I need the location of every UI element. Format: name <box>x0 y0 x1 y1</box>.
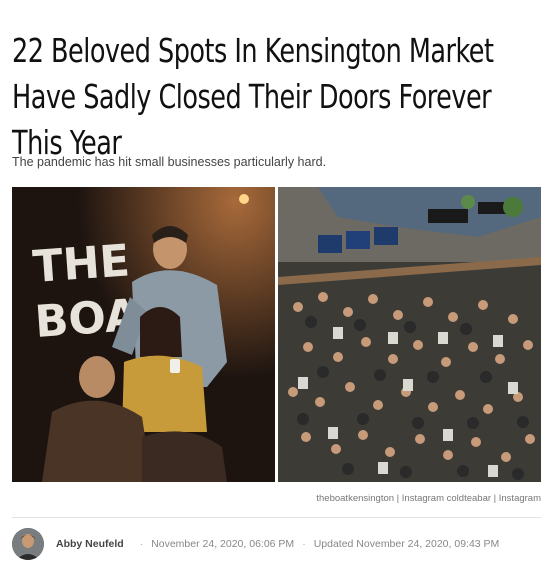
article-byline: Abby Neufeld · November 24, 2020, 06:06 … <box>12 526 499 562</box>
published-date: November 24, 2020, 06:06 PM <box>151 538 295 550</box>
article-photo-crowd <box>278 187 541 482</box>
article-subhead: The pandemic has hit small businesses pa… <box>12 155 327 169</box>
article-photo-the-boat: THE BOAT <box>12 187 275 482</box>
author-name[interactable]: Abby Neufeld <box>56 538 124 550</box>
photo-credit: theboatkensington | Instagram coldteabar… <box>316 493 541 504</box>
sign-text-the: THE <box>31 235 131 293</box>
byline-separator: · <box>302 538 306 550</box>
article-headline: 22 Beloved Spots In Kensington Market Ha… <box>12 31 494 163</box>
byline-separator: · <box>139 538 144 550</box>
updated-date: Updated November 24, 2020, 09:43 PM <box>313 538 500 550</box>
byline-divider <box>12 517 541 518</box>
author-avatar[interactable] <box>12 528 44 560</box>
